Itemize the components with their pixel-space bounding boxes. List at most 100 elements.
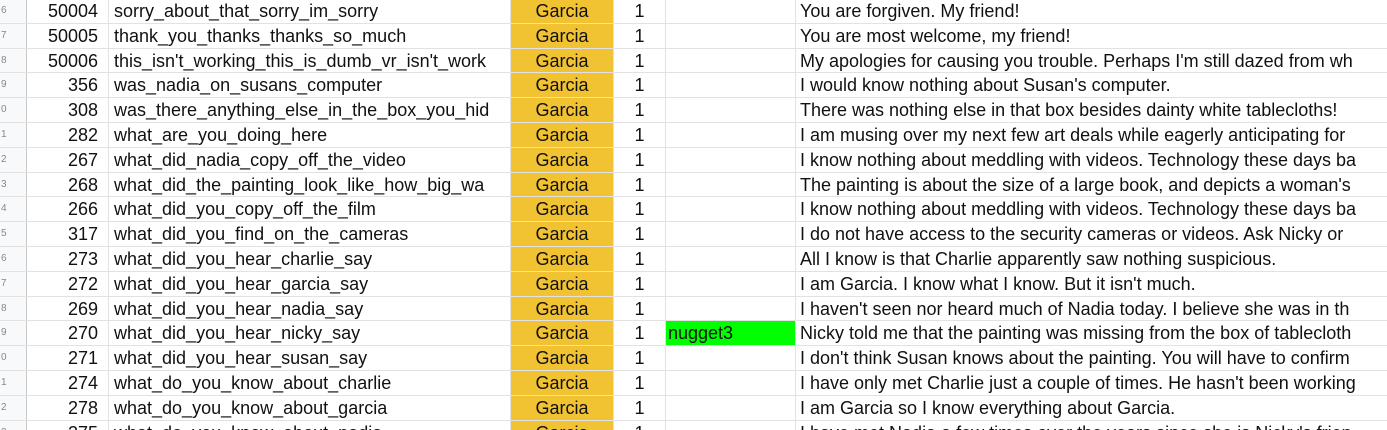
cell-response[interactable]: Nicky told me that the painting was miss…: [796, 321, 1387, 345]
cell-nugget[interactable]: [666, 147, 796, 172]
cell-utterance-key[interactable]: what_did_the_painting_look_like_how_big_…: [109, 172, 511, 197]
cell-response[interactable]: I would know nothing about Susan's compu…: [796, 73, 1387, 97]
cell-nugget[interactable]: [666, 123, 796, 147]
cell-response[interactable]: The painting is about the size of a larg…: [796, 173, 1387, 197]
cell-utterance-key[interactable]: this_isn't_working_this_is_dumb_vr_isn't…: [109, 48, 511, 73]
cell-speaker[interactable]: Garcia: [511, 197, 614, 222]
cell-utterance-key[interactable]: what_do_you_know_about_garcia: [109, 395, 511, 420]
cell-utterance-key[interactable]: what_do_you_know_about_charlie: [109, 371, 511, 395]
cell-response[interactable]: There was nothing else in that box besid…: [796, 98, 1387, 122]
cell-id[interactable]: 274: [27, 371, 109, 395]
cell-id[interactable]: 270: [27, 321, 109, 346]
cell-utterance-key[interactable]: what_did_you_find_on_the_cameras: [109, 222, 511, 246]
cell-nugget[interactable]: [666, 197, 796, 222]
cell-nugget[interactable]: [666, 420, 796, 430]
cell-nugget[interactable]: [666, 23, 796, 48]
row-number-header[interactable]: 5: [0, 222, 27, 246]
cell-nugget[interactable]: [666, 247, 796, 271]
cell-id[interactable]: 317: [27, 222, 109, 246]
cell-response[interactable]: I know nothing about meddling with video…: [796, 197, 1387, 221]
row-number-header[interactable]: 9: [0, 321, 27, 346]
cell-id[interactable]: 268: [27, 172, 109, 197]
cell-count[interactable]: 1: [614, 247, 666, 271]
cell-utterance-key[interactable]: was_there_anything_else_in_the_box_you_h…: [109, 98, 511, 122]
cell-response[interactable]: My apologies for causing you trouble. Pe…: [796, 49, 1387, 73]
cell-speaker[interactable]: Garcia: [511, 321, 614, 346]
row-number-header[interactable]: 8: [0, 296, 27, 321]
cell-nugget[interactable]: [666, 296, 796, 321]
cell-response[interactable]: I am Garcia so I know everything about G…: [796, 396, 1387, 420]
cell-nugget[interactable]: [666, 172, 796, 197]
cell-count[interactable]: 1: [614, 222, 666, 246]
cell-response[interactable]: I am Garcia. I know what I know. But it …: [796, 272, 1387, 296]
cell-response[interactable]: I know nothing about meddling with video…: [796, 148, 1387, 172]
row-number-header[interactable]: 9: [0, 73, 27, 98]
cell-count[interactable]: 1: [614, 48, 666, 73]
cell-utterance-key[interactable]: what_are_you_doing_here: [109, 123, 511, 147]
cell-nugget[interactable]: [666, 0, 796, 23]
row-number-header[interactable]: 0: [0, 98, 27, 122]
cell-speaker[interactable]: Garcia: [511, 395, 614, 420]
cell-utterance-key[interactable]: what_did_you_hear_susan_say: [109, 346, 511, 370]
cell-count[interactable]: 1: [614, 197, 666, 222]
cell-nugget[interactable]: [666, 371, 796, 395]
cell-count[interactable]: 1: [614, 296, 666, 321]
cell-utterance-key[interactable]: what_did_you_hear_nicky_say: [109, 321, 511, 346]
cell-speaker[interactable]: Garcia: [511, 23, 614, 48]
cell-utterance-key[interactable]: was_nadia_on_susans_computer: [109, 73, 511, 98]
cell-response[interactable]: You are forgiven. My friend!: [796, 0, 1387, 23]
cell-utterance-key[interactable]: what_did_you_hear_charlie_say: [109, 247, 511, 271]
cell-response[interactable]: I do not have access to the security cam…: [796, 222, 1387, 246]
cell-nugget[interactable]: [666, 395, 796, 420]
row-number-header[interactable]: 1: [0, 123, 27, 147]
cell-id[interactable]: 50004: [27, 0, 109, 23]
row-number-header[interactable]: 1: [0, 371, 27, 395]
cell-speaker[interactable]: Garcia: [511, 0, 614, 23]
cell-count[interactable]: 1: [614, 321, 666, 346]
cell-utterance-key[interactable]: what_did_nadia_copy_off_the_video: [109, 147, 511, 172]
cell-id[interactable]: 278: [27, 395, 109, 420]
cell-speaker[interactable]: Garcia: [511, 296, 614, 321]
cell-count[interactable]: 1: [614, 23, 666, 48]
cell-utterance-key[interactable]: sorry_about_that_sorry_im_sorry: [109, 0, 511, 23]
cell-utterance-key[interactable]: what_do_you_know_about_nadia: [109, 420, 511, 430]
cell-count[interactable]: 1: [614, 395, 666, 420]
cell-speaker[interactable]: Garcia: [511, 222, 614, 246]
cell-utterance-key[interactable]: thank_you_thanks_thanks_so_much: [109, 23, 511, 48]
cell-count[interactable]: 1: [614, 346, 666, 370]
row-number-header[interactable]: 7: [0, 23, 27, 48]
cell-count[interactable]: 1: [614, 271, 666, 296]
cell-speaker[interactable]: Garcia: [511, 48, 614, 73]
cell-count[interactable]: 1: [614, 0, 666, 23]
cell-utterance-key[interactable]: what_did_you_copy_off_the_film: [109, 197, 511, 222]
cell-count[interactable]: 1: [614, 172, 666, 197]
cell-nugget[interactable]: [666, 346, 796, 370]
cell-speaker[interactable]: Garcia: [511, 346, 614, 370]
cell-nugget[interactable]: [666, 222, 796, 246]
cell-speaker[interactable]: Garcia: [511, 172, 614, 197]
row-number-header[interactable]: 4: [0, 197, 27, 222]
row-number-header[interactable]: 6: [0, 0, 27, 23]
cell-id[interactable]: 269: [27, 296, 109, 321]
cell-id[interactable]: 50005: [27, 23, 109, 48]
cell-nugget[interactable]: nugget3: [666, 321, 796, 346]
row-number-header[interactable]: 0: [0, 346, 27, 370]
cell-speaker[interactable]: Garcia: [511, 371, 614, 395]
cell-id[interactable]: 272: [27, 271, 109, 296]
cell-response[interactable]: I am musing over my next few art deals w…: [796, 123, 1387, 147]
row-number-header[interactable]: 6: [0, 247, 27, 271]
cell-speaker[interactable]: Garcia: [511, 247, 614, 271]
cell-count[interactable]: 1: [614, 73, 666, 98]
cell-utterance-key[interactable]: what_did_you_hear_nadia_say: [109, 296, 511, 321]
cell-id[interactable]: 275: [27, 420, 109, 430]
cell-response[interactable]: I have only met Charlie just a couple of…: [796, 371, 1387, 395]
cell-nugget[interactable]: [666, 98, 796, 122]
row-number-header[interactable]: 2: [0, 147, 27, 172]
row-number-header[interactable]: 3: [0, 172, 27, 197]
cell-id[interactable]: 266: [27, 197, 109, 222]
cell-id[interactable]: 308: [27, 98, 109, 122]
cell-count[interactable]: 1: [614, 420, 666, 430]
cell-count[interactable]: 1: [614, 371, 666, 395]
row-number-header[interactable]: 7: [0, 271, 27, 296]
cell-id[interactable]: 273: [27, 247, 109, 271]
